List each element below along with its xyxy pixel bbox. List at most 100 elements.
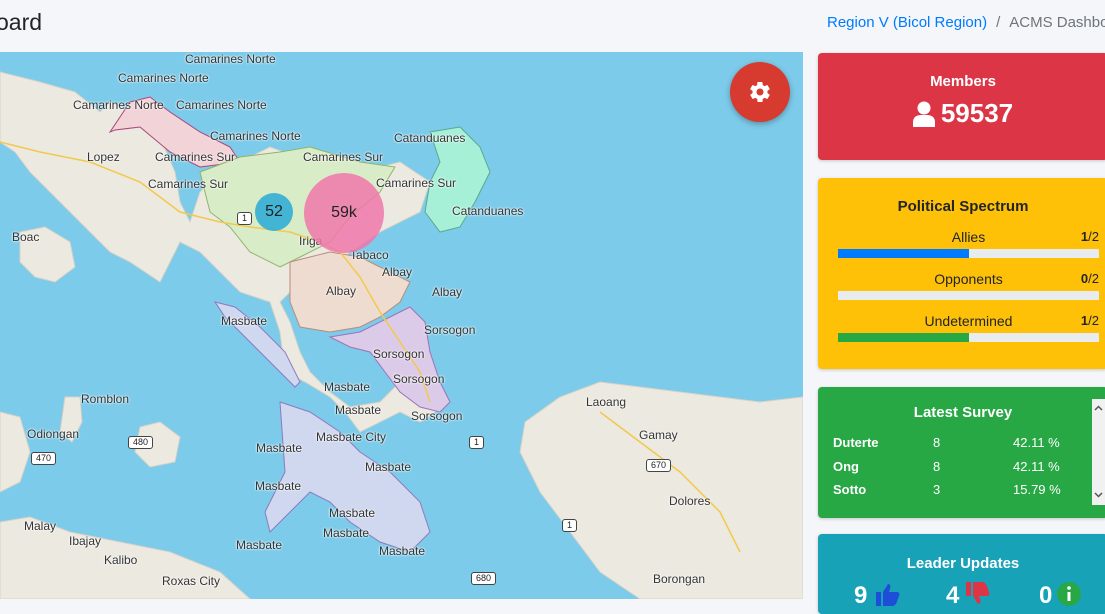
candidate-votes: 3 <box>933 482 941 498</box>
map-settings-button[interactable] <box>730 62 790 122</box>
candidate-votes: 8 <box>933 435 941 451</box>
political-spectrum-card: Political Spectrum Allies 1/2 Opponents … <box>818 178 1105 369</box>
members-value-row: 59537 <box>818 98 1105 129</box>
map-label: Borongan <box>653 572 706 586</box>
map-label: Masbate <box>255 479 302 493</box>
map-label: Dolores <box>669 494 711 508</box>
latest-survey-card: Latest Survey Duterte 8 42.11 % Ong 8 42… <box>818 387 1105 518</box>
chevron-up-icon[interactable] <box>1094 404 1103 413</box>
members-title: Members <box>930 73 996 90</box>
map-label: Masbate <box>335 403 382 417</box>
survey-table: Duterte 8 42.11 % Ong 8 42.11 % Sotto 3 … <box>833 431 1083 502</box>
candidate-name: Sotto <box>833 482 867 498</box>
map-label: Camarines Sur <box>376 176 457 190</box>
map-label: Masbate <box>324 380 371 394</box>
spectrum-bar-fill <box>838 333 969 342</box>
map-label: Ibajay <box>69 534 102 548</box>
table-row: Ong 8 42.11 % <box>833 455 1083 479</box>
breadcrumb-region-link[interactable]: Region V (Bicol Region) <box>827 14 987 31</box>
candidate-percent: 42.11 % <box>1013 435 1060 451</box>
map-label: Albay <box>326 284 357 298</box>
info-count: 0 <box>1039 582 1053 609</box>
thumbs-up-icon <box>876 584 900 606</box>
map-label: Camarines Norte <box>176 98 267 112</box>
spectrum-count: 1/2 <box>1080 313 1099 328</box>
map-label: Masbate <box>221 314 268 328</box>
region-map[interactable]: Camarines Norte Camarines Norte Camarine… <box>0 52 803 599</box>
chevron-down-icon[interactable] <box>1094 490 1103 499</box>
survey-scrollbar[interactable] <box>1092 399 1105 505</box>
candidate-votes: 8 <box>933 458 941 474</box>
spectrum-label: Undetermined <box>924 313 1013 329</box>
map-label: Catanduanes <box>452 204 524 218</box>
map-label: Camarines Sur <box>148 177 229 191</box>
map-cluster-large[interactable]: 59k <box>304 173 384 253</box>
top-bar: oard Region V (Bicol Region) / ACMS Dashbo… <box>0 0 1105 48</box>
user-icon <box>912 101 935 127</box>
map-label: Romblon <box>81 392 130 406</box>
spectrum-bar-fill <box>838 249 969 258</box>
members-count: 59537 <box>940 98 1014 128</box>
spectrum-row-undetermined: Undetermined 1/2 <box>838 313 1099 342</box>
map-label: Sorsogon <box>411 409 463 423</box>
spectrum-progress-bar <box>838 249 1099 258</box>
map-label: Kalibo <box>104 553 138 567</box>
thumbs-up-count: 9 <box>854 582 868 609</box>
map-label: Camarines Sur <box>303 150 384 164</box>
map-label: Albay <box>432 285 463 299</box>
candidate-name: Duterte <box>833 435 879 451</box>
map-label: Masbate <box>323 526 370 540</box>
road-shield: 670 <box>646 459 672 472</box>
map-label: Camarines Norte <box>73 98 164 112</box>
breadcrumb: Region V (Bicol Region) / ACMS Dashboa <box>827 14 1105 31</box>
road-shield: 470 <box>31 452 57 465</box>
map-label: Camarines Norte <box>118 71 209 85</box>
table-row: Duterte 8 42.11 % <box>833 431 1083 455</box>
info-icon <box>1057 582 1081 606</box>
candidate-percent: 42.11 % <box>1013 458 1060 474</box>
map-label: Sorsogon <box>393 372 445 386</box>
map-label: Masbate <box>379 544 426 558</box>
spectrum-row-allies: Allies 1/2 <box>838 229 1099 258</box>
map-label: Masbate <box>365 460 412 474</box>
spectrum-count: 1/2 <box>1080 229 1099 244</box>
map-label: Sorsogon <box>373 347 425 361</box>
map-label: Roxas City <box>162 574 221 588</box>
map-label: Lopez <box>87 150 120 164</box>
leader-updates-title: Leader Updates <box>906 555 1020 572</box>
map-label: Gamay <box>639 428 678 442</box>
gear-icon <box>750 81 770 103</box>
political-spectrum-title: Political Spectrum <box>897 198 1029 215</box>
spectrum-progress-bar <box>838 291 1099 300</box>
map-label: Albay <box>382 265 413 279</box>
road-shield: 480 <box>128 436 154 449</box>
map-label: Camarines Norte <box>210 129 301 143</box>
breadcrumb-separator: / <box>996 14 1001 31</box>
map-label: Laoang <box>586 395 627 409</box>
map-label: Masbate <box>256 441 303 455</box>
table-row: Sotto 3 15.79 % <box>833 478 1083 502</box>
spectrum-label: Allies <box>951 229 986 245</box>
map-label: Malay <box>24 519 57 533</box>
candidate-percent: 15.79 % <box>1013 482 1061 498</box>
thumbs-down-count: 4 <box>946 582 960 609</box>
road-shield: 1 <box>237 212 253 225</box>
thumbs-down-icon <box>966 582 990 604</box>
candidate-name: Ong <box>833 458 859 474</box>
map-label: Catanduanes <box>394 131 466 145</box>
map-cluster-small[interactable]: 52 <box>255 193 293 231</box>
map-label: Odiongan <box>27 427 80 441</box>
spectrum-progress-bar <box>838 333 1099 342</box>
spectrum-row-opponents: Opponents 0/2 <box>838 271 1099 300</box>
leader-updates-card: Leader Updates 9 4 0 <box>818 534 1105 614</box>
road-shield: 1 <box>562 519 578 532</box>
map-label: Sorsogon <box>424 323 476 337</box>
latest-survey-title: Latest Survey <box>913 404 1013 421</box>
spectrum-label: Opponents <box>934 271 1003 287</box>
page-title: oard <box>0 9 43 35</box>
spectrum-count: 0/2 <box>1080 271 1099 286</box>
map-label: Masbate <box>329 506 376 520</box>
road-shield: 680 <box>471 572 497 585</box>
map-label: Camarines Sur <box>155 150 236 164</box>
members-card: Members 59537 <box>818 53 1105 160</box>
